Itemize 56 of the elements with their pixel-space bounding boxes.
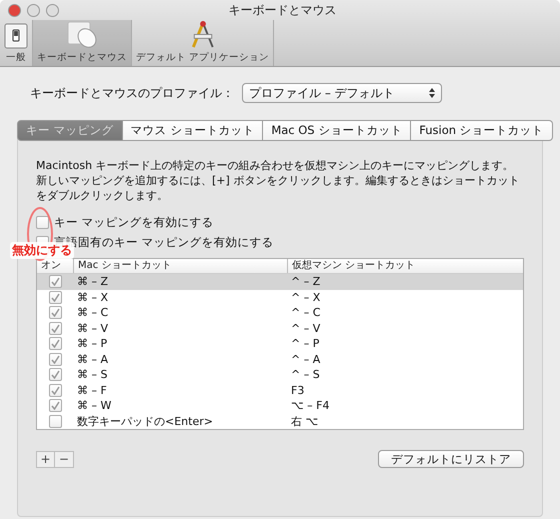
checkbox[interactable] (48, 384, 62, 397)
table-cell-text: ⌘ – X (76, 290, 110, 304)
add-button[interactable]: + (36, 450, 55, 468)
window-title: キーボードとマウス (228, 2, 338, 18)
zoom-button[interactable] (46, 4, 59, 16)
table-cell-text: ⌘ – W (76, 399, 112, 412)
checkbox[interactable] (48, 399, 62, 412)
table-cell-text: 右 ⌥ (290, 414, 320, 429)
table-row[interactable]: ⌘ – X ^ – X (37, 290, 523, 305)
remove-button[interactable]: − (55, 450, 74, 468)
table-cell-text: ⌘ – C (76, 306, 110, 320)
table-cell-text: ⌘ – V (76, 322, 110, 335)
tab[interactable]: Fusion ショートカット (411, 120, 553, 141)
table-cell-text: ⌘ – S (76, 368, 108, 382)
table-cell-text: ^ – A (290, 352, 322, 366)
table-cell-text: ^ – Z (290, 275, 322, 288)
checkbox[interactable] (48, 414, 62, 428)
table-cell-text: ^ – X (290, 290, 322, 304)
minimize-button[interactable] (27, 4, 40, 16)
mouse-icon (65, 21, 99, 49)
profile-label: キーボードとマウスのプロファイル： (30, 84, 234, 102)
table-cell-text: ⌥ – F4 (290, 399, 330, 412)
checkbox[interactable] (48, 275, 62, 288)
column-header[interactable]: オン (37, 259, 73, 273)
table-cell-text: F3 (290, 384, 306, 397)
tab[interactable]: Mac OS ショートカット (263, 120, 412, 141)
table-cell-text: ⌘ – F (76, 384, 108, 397)
description-text: Macintosh キーボード上の特定のキーの組み合わせを仮想マシン上のキーにマッピングします。新しいマッピングを追加するには、[+] ボタンをクリックします。編集するときはショートカットをダブルクリックします。 (36, 158, 520, 203)
checkbox-label: キー マッピングを有効にする (54, 215, 214, 230)
checkbox[interactable] (48, 368, 62, 382)
table-cell-text: ⌘ – A (76, 352, 110, 366)
toolbar-item[interactable]: 一般 (0, 20, 33, 66)
table-cell-text: ⌘ – Z (76, 275, 110, 288)
switch-icon (4, 23, 28, 49)
checkbox[interactable] (48, 337, 62, 350)
table-cell-text: ^ – V (290, 322, 322, 335)
checkbox[interactable] (36, 216, 49, 229)
profile-select[interactable]: プロファイル – デフォルト (242, 83, 442, 103)
toolbar-item[interactable]: デフォルト アプリケーション (132, 20, 274, 66)
checkbox[interactable] (48, 322, 62, 335)
tab[interactable]: マウス ショートカット (122, 120, 264, 141)
column-header[interactable]: 仮想マシン ショートカット (287, 259, 523, 273)
column-header[interactable]: Mac ショートカット (73, 259, 287, 273)
checkbox[interactable] (48, 306, 62, 320)
close-button[interactable] (8, 4, 21, 16)
toolbar-item[interactable]: キーボードとマウス (33, 20, 132, 66)
restore-defaults-button[interactable]: デフォルトにリストア (378, 450, 524, 468)
table-cell-text: 数字キーパッドの<Enter> (76, 414, 214, 429)
stepper-icon (429, 88, 435, 98)
table-cell-text: ^ – S (290, 368, 321, 382)
table-cell-text: ^ – C (290, 306, 322, 320)
table-cell-text: ⌘ – P (76, 337, 108, 350)
table-cell-text: ^ – P (290, 337, 320, 350)
checkbox[interactable] (48, 290, 62, 304)
table-row[interactable]: ⌘ – Z ^ – Z (37, 274, 523, 290)
checkbox[interactable] (48, 352, 62, 366)
